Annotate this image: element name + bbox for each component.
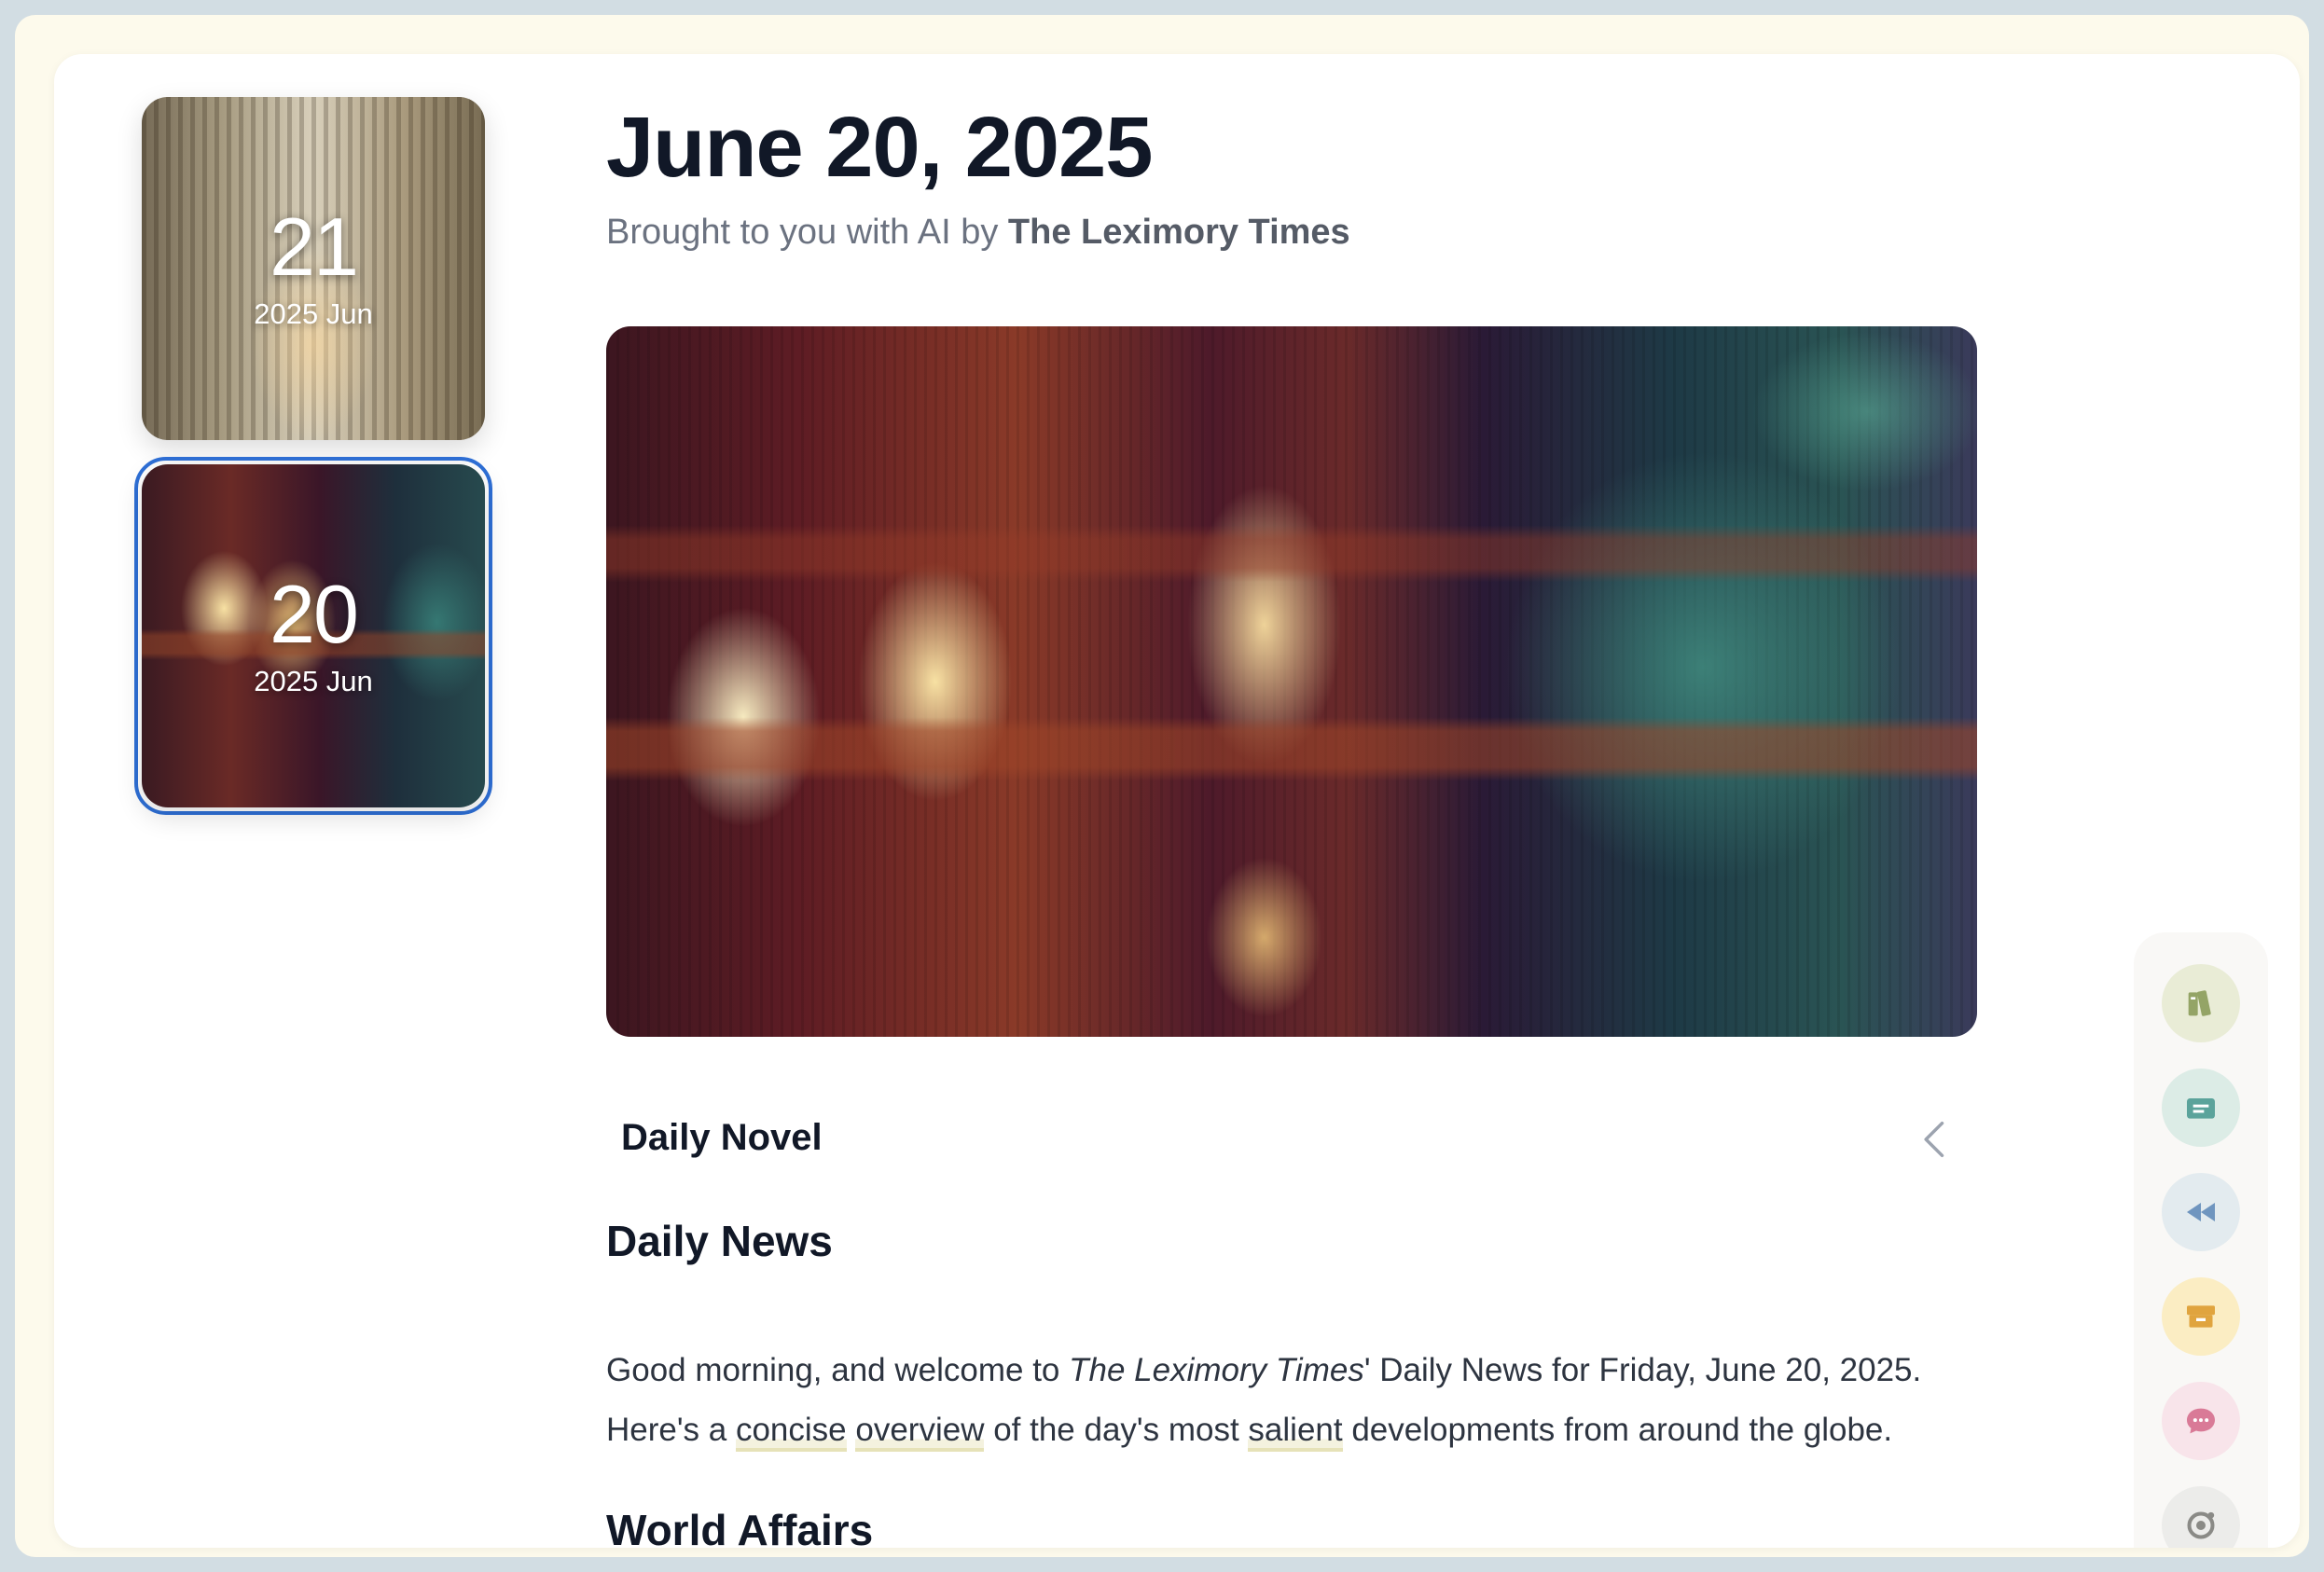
date-card-day: 20 — [270, 568, 359, 660]
books-button[interactable] — [2162, 964, 2240, 1042]
news-intro-paragraph: Good morning, and welcome to The Leximor… — [606, 1341, 1977, 1460]
page-title: June 20, 2025 — [606, 100, 1153, 195]
settings-button[interactable] — [2162, 1486, 2240, 1548]
selected-card-outline: 20 2025 Jun — [134, 457, 492, 815]
news-text — [847, 1412, 856, 1448]
floating-toolbar — [2134, 932, 2268, 1548]
news-publication: The Leximory Times — [1069, 1352, 1364, 1388]
chat-icon — [2187, 1408, 2215, 1434]
date-card-20[interactable]: 20 2025 Jun — [142, 464, 485, 807]
news-text: Good morning, and welcome to — [606, 1352, 1070, 1388]
chat-button[interactable] — [2162, 1382, 2240, 1460]
daily-novel-label: Daily Novel — [621, 1117, 823, 1158]
main-page: 21 2025 Jun 20 2025 Jun June 20, 2025 Br… — [54, 54, 2300, 1548]
store-button[interactable] — [2162, 1277, 2240, 1356]
vocab-word[interactable]: salient — [1248, 1412, 1343, 1452]
news-text: of the day's most — [984, 1412, 1249, 1448]
app-frame: 21 2025 Jun 20 2025 Jun June 20, 2025 Br… — [15, 15, 2309, 1557]
date-card-21[interactable]: 21 2025 Jun — [142, 97, 485, 440]
date-card-day: 21 — [270, 200, 359, 293]
daily-novel-toggle[interactable]: Daily Novel — [606, 1106, 1977, 1173]
chevron-left-icon[interactable] — [1912, 1115, 1960, 1164]
world-affairs-heading: World Affairs — [606, 1506, 874, 1548]
news-button[interactable] — [2162, 1069, 2240, 1147]
settings-icon — [2187, 1511, 2215, 1539]
vocab-word[interactable]: overview — [855, 1412, 985, 1452]
vocab-word[interactable]: concise — [735, 1412, 847, 1452]
rewind-icon — [2187, 1203, 2215, 1221]
page-subtitle: Brought to you with AI by The Leximory T… — [606, 213, 1350, 253]
subtitle-prefix: Brought to you with AI by — [606, 213, 1008, 252]
date-card-month: 2025 Jun — [254, 297, 373, 330]
store-icon — [2187, 1305, 2215, 1328]
books-icon — [2188, 990, 2211, 1016]
date-card-month: 2025 Jun — [254, 665, 373, 697]
hero-image — [606, 326, 1977, 1037]
newspaper-icon — [2187, 1098, 2215, 1119]
rewind-button[interactable] — [2162, 1173, 2240, 1251]
daily-news-heading: Daily News — [606, 1217, 833, 1265]
publication-name: The Leximory Times — [1007, 213, 1350, 252]
news-text: developments from around the globe. — [1342, 1412, 1893, 1448]
